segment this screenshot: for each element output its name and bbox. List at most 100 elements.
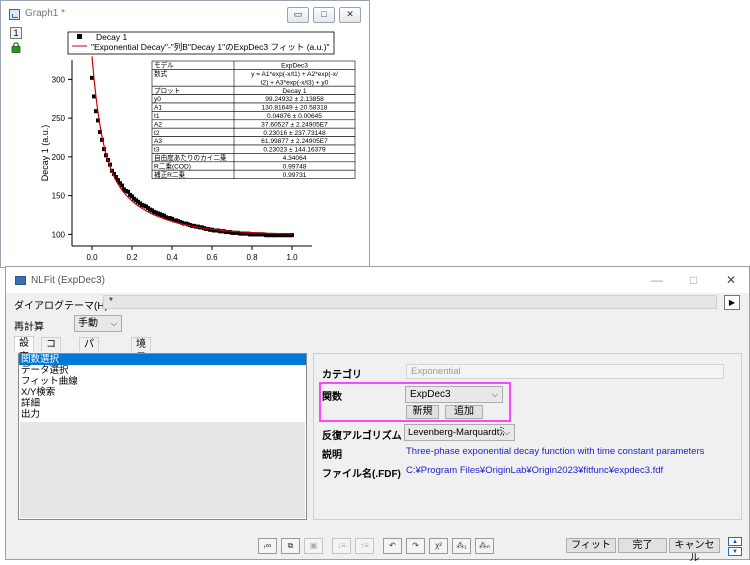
table-cell-value: 0.99748 — [283, 163, 307, 170]
x-tick-label: 0.6 — [206, 253, 218, 262]
x-tick-label: 0.2 — [126, 253, 138, 262]
fit-button[interactable]: フィット — [566, 538, 616, 553]
dialog-theme-field[interactable]: * — [103, 295, 717, 309]
y-tick-label: 150 — [52, 192, 66, 201]
chevron-down-icon: ⌵ — [503, 425, 510, 440]
chevron-down-icon: ⌵ — [491, 390, 498, 399]
y-tick-label: 250 — [52, 114, 66, 123]
table-cell-value: 130.81649 ± 20.58318 — [262, 105, 328, 112]
description-value: Three-phase exponential decay function w… — [406, 446, 705, 457]
tree-item-output[interactable]: 出力 — [19, 409, 306, 420]
table-cell-label: 補正R二乗 — [154, 170, 186, 179]
y-tick-label: 200 — [52, 153, 66, 162]
nlfit-title: NLFit (ExpDec3) — [31, 275, 105, 286]
table-row — [151, 94, 356, 104]
table-cell-label: R二乗(COD) — [154, 161, 191, 170]
one-iteration-icon[interactable]: ⁂₁ — [452, 538, 471, 554]
function-label: 関数 — [322, 392, 342, 403]
table-cell-label: A3 — [154, 138, 162, 145]
recalculate-label: 再計算 — [14, 322, 44, 333]
fit-until-converged-icon[interactable]: ⁂ₙ — [475, 538, 494, 554]
tree-item-data-selection[interactable]: データ選択 — [19, 365, 306, 376]
table-cell-value: 0.23023 ± 144.16379 — [263, 147, 326, 154]
copy-icon[interactable]: ⧉ — [281, 538, 300, 554]
data-point — [120, 183, 124, 188]
table-cell-value: ExpDec3 — [281, 63, 308, 70]
table-cell-value: 0.23016 ± 237.73148 — [263, 130, 326, 137]
tree-item-xy-search[interactable]: X/Y検索 — [19, 387, 306, 398]
table-cell-label: 数式 — [154, 69, 168, 78]
filename-label: ファイル名(.FDF) — [322, 469, 401, 480]
collapse-up-icon[interactable]: ▲ — [728, 537, 742, 546]
category-label: カテゴリ — [322, 370, 362, 381]
table-cell-value: 37.60527 ± 2.24905E7 — [261, 121, 328, 128]
table-cell-value: 0.04876 ± 0.00645 — [267, 113, 322, 120]
theme-menu-arrow-icon[interactable]: ▶ — [724, 295, 740, 310]
table-cell-label: A1 — [154, 105, 162, 112]
add-button[interactable]: 追加 — [445, 405, 483, 419]
function-value: ExpDec3 — [410, 389, 451, 400]
table-cell-value: 0.99731 — [283, 172, 307, 179]
table-cell-label: t2 — [154, 130, 160, 137]
algorithm-label: 反復アルゴリズム — [322, 431, 402, 442]
expand-down-icon[interactable]: ▼ — [728, 547, 742, 556]
algorithm-value: Levenberg-Marquardt法 — [408, 427, 509, 438]
tree-item-function-selection[interactable]: 関数選択 — [19, 354, 306, 365]
table-cell-label: プロット — [154, 87, 180, 95]
x-tick-label: 0.0 — [86, 253, 98, 262]
nlfit-dialog: NLFit (ExpDec3) — □ ✕ ダイアログテーマ(H) * ▶ 再計… — [5, 266, 750, 564]
y-tick-label: 300 — [52, 75, 66, 84]
description-label: 説明 — [322, 450, 342, 461]
algorithm-select[interactable]: Levenberg-Marquardt法 ⌵ — [404, 424, 515, 441]
param-down-icon[interactable]: ↑≡ — [355, 538, 374, 554]
table-cell-value: 61.99877 ± 2.24905E7 — [261, 138, 328, 145]
maximize-button[interactable]: □ — [690, 273, 697, 287]
decay-chart: Decay 1 "Exponential Decay"-"列B"Decay 1"… — [40, 31, 356, 262]
tree-item-advanced[interactable]: 詳細 — [19, 398, 306, 409]
table-row — [151, 60, 356, 70]
table-cell-label: モデル — [154, 61, 174, 70]
tab-bounds[interactable]: 境界 — [131, 337, 151, 364]
fit-report-icon[interactable]: ᵣ∞ — [258, 538, 277, 554]
table-cell-label: t3 — [154, 147, 160, 154]
y-axis-label: Decay 1 (a.u.) — [40, 125, 50, 182]
recalculate-value: 手動 — [78, 318, 98, 329]
table-row — [151, 111, 356, 121]
tree-item-fitted-curves[interactable]: フィット曲線 — [19, 376, 306, 387]
save-icon[interactable]: ▣ — [304, 538, 323, 554]
tree-empty-area — [20, 422, 305, 518]
undo-icon[interactable]: ↶ — [383, 538, 402, 554]
table-cell-label: 自由度あたりのカイ二乗 — [154, 153, 227, 162]
table-cell-value: t2) + A3*exp(-x/t3) + y0 — [261, 79, 329, 86]
x-tick-label: 1.0 — [286, 253, 298, 262]
legend-fit: "Exponential Decay"-"列B"Decay 1"のExpDec3… — [91, 42, 330, 52]
chi-square-icon[interactable]: χ² — [429, 538, 448, 554]
redo-icon[interactable]: ↷ — [406, 538, 425, 554]
param-up-icon[interactable]: ↓≡ — [332, 538, 351, 554]
filename-value: C:¥Program Files¥OriginLab¥Origin2023¥fi… — [406, 465, 664, 476]
nlfit-titlebar[interactable]: NLFit (ExpDec3) — □ ✕ — [6, 267, 749, 293]
legend-series: Decay 1 — [96, 32, 127, 42]
new-button[interactable]: 新規 — [406, 405, 439, 419]
function-select[interactable]: ExpDec3 ⌵ — [405, 386, 503, 403]
legend: Decay 1 "Exponential Decay"-"列B"Decay 1"… — [67, 31, 335, 55]
nlfit-app-icon — [15, 276, 26, 285]
table-cell-value: 4.34064 — [283, 155, 307, 162]
table-cell-label: t1 — [154, 113, 160, 120]
table-cell-label: y0 — [154, 96, 161, 103]
table-row — [151, 85, 356, 95]
tab-settings[interactable]: 設定 — [14, 336, 34, 363]
y-tick-label: 100 — [52, 230, 66, 239]
tab-parameters[interactable]: パラメータ — [79, 337, 99, 406]
table-cell-value: Decay 1 — [282, 88, 307, 95]
function-selection-panel: カテゴリ Exponential 関数 ExpDec3 ⌵ 新規 追加 反復アル… — [313, 353, 742, 520]
done-button[interactable]: 完了 — [618, 538, 667, 553]
x-tick-label: 0.8 — [246, 253, 258, 262]
tab-code[interactable]: コード — [41, 337, 61, 378]
category-field[interactable]: Exponential — [406, 364, 724, 379]
x-tick-label: 0.4 — [166, 253, 178, 262]
cancel-button[interactable]: キャンセル — [669, 538, 720, 564]
close-button[interactable]: ✕ — [726, 273, 736, 287]
recalculate-select[interactable]: 手動 ⌵ — [74, 315, 122, 332]
minimize-button[interactable]: — — [651, 273, 663, 287]
